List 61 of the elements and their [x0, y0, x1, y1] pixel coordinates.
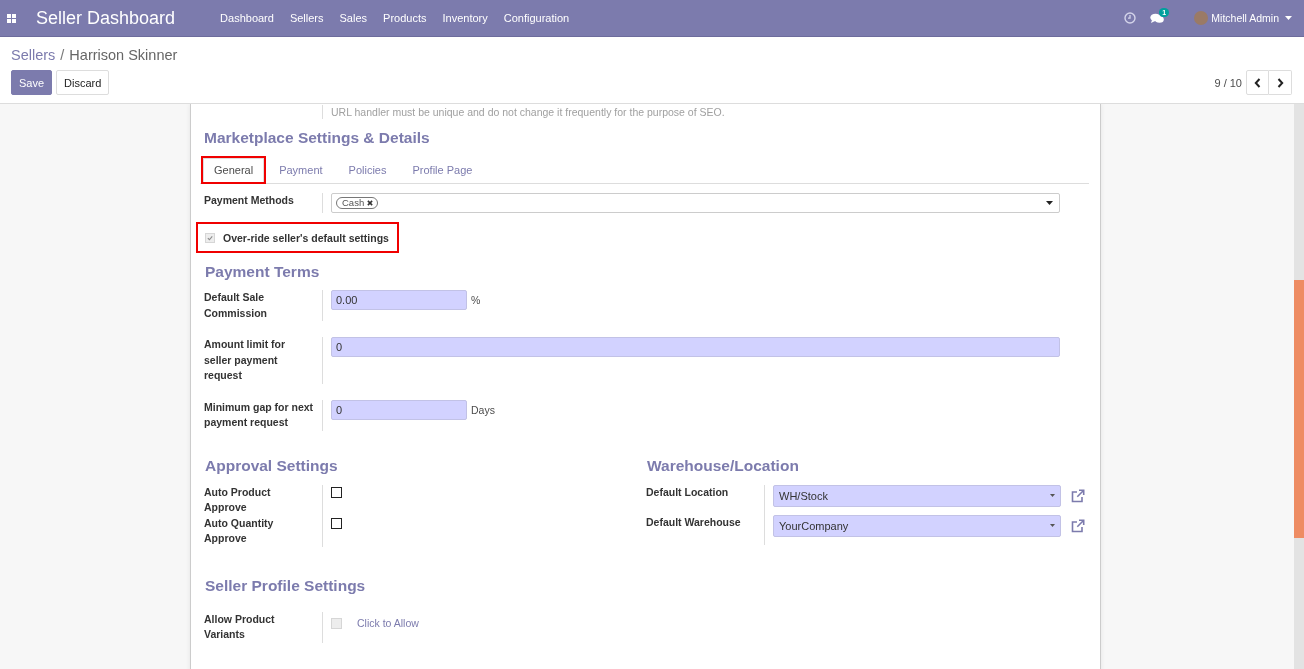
- next-button[interactable]: [1269, 70, 1292, 95]
- discard-button[interactable]: Discard: [56, 70, 110, 95]
- breadcrumb-separator: /: [60, 46, 65, 64]
- section-title: Approval Settings: [204, 455, 339, 476]
- close-icon[interactable]: [367, 200, 374, 206]
- caret-icon[interactable]: [1046, 201, 1053, 205]
- previous-button[interactable]: [1246, 70, 1269, 95]
- user-menu[interactable]: Mitchell Admin: [1211, 11, 1279, 25]
- caret-icon: [1050, 524, 1055, 527]
- field-label: Minimum gap for next payment request: [204, 399, 323, 431]
- help-text: URL handler must be unique and do not change it frequently for the purpose of SEO.: [331, 105, 725, 119]
- breadcrumb-link[interactable]: Sellers: [11, 46, 56, 64]
- external-link-icon[interactable]: [1071, 488, 1085, 503]
- select-field[interactable]: WH/Stock: [773, 484, 1061, 507]
- clock-icon[interactable]: [1124, 12, 1137, 24]
- field-label: Default Warehouse: [646, 514, 765, 545]
- field-label: Payment Methods: [204, 193, 323, 213]
- menu-item[interactable]: Inventory: [434, 11, 496, 25]
- unit-label: %: [471, 293, 481, 308]
- field-label: Default Location: [646, 484, 765, 515]
- menu-item[interactable]: Sellers: [281, 11, 332, 25]
- unit-label: Days: [471, 402, 495, 418]
- tab[interactable]: Profile Page: [401, 158, 484, 182]
- section-title: Payment Terms: [204, 262, 321, 282]
- checkbox-caption: Click to Allow: [357, 616, 419, 630]
- input-field[interactable]: 0: [331, 337, 1060, 357]
- section-title: Seller Profile Settings: [204, 575, 367, 596]
- checkbox[interactable]: [331, 486, 342, 498]
- menu-item[interactable]: Products: [375, 11, 435, 25]
- breadcrumb-current: Harrison Skinner: [69, 46, 178, 64]
- pager-counter: 9 / 10: [1214, 76, 1242, 89]
- tags-field[interactable]: Cash: [331, 193, 1060, 213]
- field-label: Auto Quantity Approve: [204, 515, 323, 547]
- menu-item[interactable]: Dashboard: [212, 11, 282, 25]
- tab[interactable]: Policies: [337, 158, 398, 182]
- checkbox[interactable]: [331, 517, 342, 529]
- save-button[interactable]: Save: [11, 70, 53, 95]
- tab[interactable]: Payment: [268, 158, 334, 182]
- section-title: Marketplace Settings & Details: [203, 128, 431, 148]
- input-field[interactable]: 0.00: [331, 290, 467, 310]
- field-label: Auto Product Approve: [204, 484, 323, 516]
- menu-item[interactable]: Sales: [331, 11, 376, 25]
- field-label: Default Sale Commission: [204, 290, 323, 321]
- field-label: Allow Product Variants: [204, 611, 323, 643]
- app-title: Seller Dashboard: [36, 7, 176, 29]
- chevron-right-icon: [1276, 77, 1284, 88]
- section-title: Warehouse/Location: [646, 455, 800, 476]
- external-link-icon[interactable]: [1071, 518, 1085, 533]
- menu-item[interactable]: Configuration: [495, 11, 578, 25]
- field-label: Amount limit for seller payment request: [204, 337, 323, 384]
- chevron-left-icon: [1254, 77, 1261, 88]
- scrollbar-thumb[interactable]: [1294, 280, 1304, 538]
- tab[interactable]: General: [203, 158, 265, 182]
- select-field[interactable]: YourCompany: [773, 514, 1061, 537]
- apps-grid-icon[interactable]: [7, 13, 16, 23]
- check-icon: [206, 233, 214, 242]
- chat-icon[interactable]: [1150, 12, 1165, 24]
- tag-label: Cash: [342, 198, 365, 208]
- input-field[interactable]: 0: [331, 399, 467, 420]
- caret-icon: [1050, 494, 1055, 497]
- checkbox-label: Over-ride seller's default settings: [223, 231, 389, 244]
